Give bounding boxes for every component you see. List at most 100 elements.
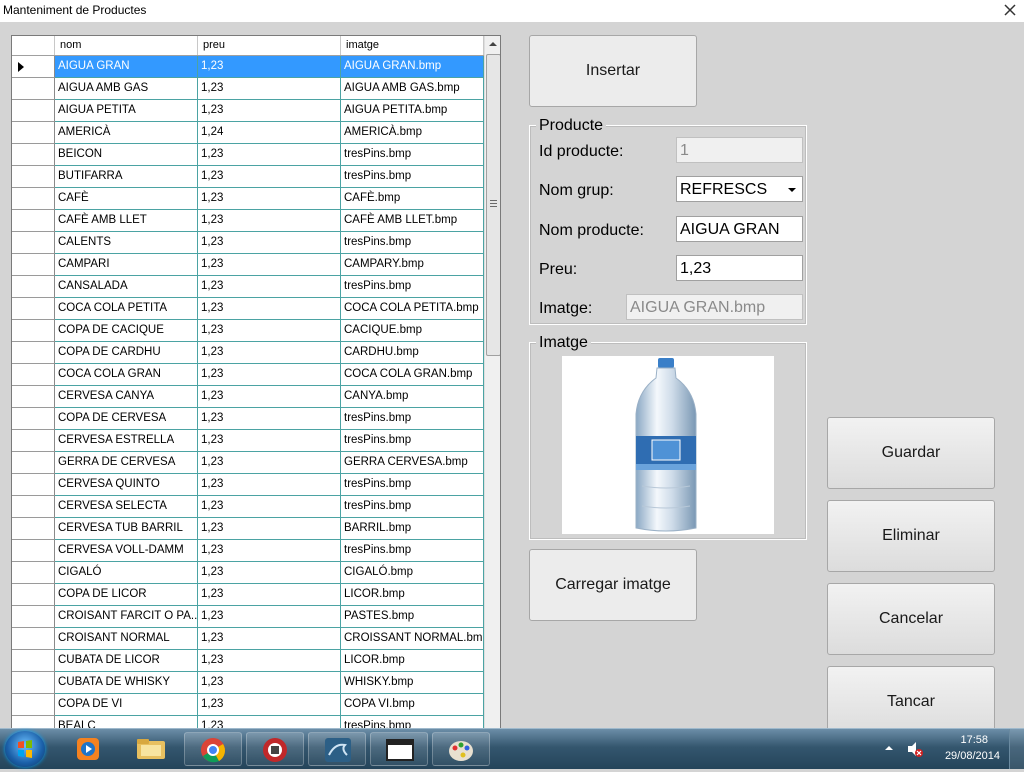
vertical-scrollbar[interactable] <box>484 36 501 736</box>
row-header[interactable] <box>12 254 55 276</box>
cell-imatge[interactable]: AIGUA AMB GAS.bmp <box>341 78 484 100</box>
cell-nom[interactable]: CIGALÓ <box>55 562 198 584</box>
scroll-up-arrow-icon[interactable] <box>485 36 501 53</box>
cell-nom[interactable]: CERVESA VOLL-DAMM <box>55 540 198 562</box>
row-header[interactable] <box>12 540 55 562</box>
row-header[interactable] <box>12 342 55 364</box>
column-header-imatge[interactable]: imatge <box>341 36 484 55</box>
cell-nom[interactable]: BUTIFARRA <box>55 166 198 188</box>
preu-input[interactable]: 1,23 <box>676 255 803 281</box>
table-row[interactable]: CAFÈ AMB LLET 1,23 CAFÈ AMB LLET.bmp <box>12 210 484 232</box>
cell-imatge[interactable]: COCA COLA PETITA.bmp <box>341 298 484 320</box>
cell-nom[interactable]: AIGUA AMB GAS <box>55 78 198 100</box>
table-row[interactable]: CERVESA SELECTA 1,23 tresPins.bmp <box>12 496 484 518</box>
cell-preu[interactable]: 1,23 <box>198 100 341 122</box>
row-header[interactable] <box>12 100 55 122</box>
table-row[interactable]: CALENTS 1,23 tresPins.bmp <box>12 232 484 254</box>
row-header[interactable] <box>12 672 55 694</box>
cell-imatge[interactable]: CAMPARY.bmp <box>341 254 484 276</box>
cancelar-button[interactable]: Cancelar <box>827 583 995 655</box>
cell-preu[interactable]: 1,23 <box>198 606 341 628</box>
column-header-nom[interactable]: nom <box>55 36 198 55</box>
row-header[interactable] <box>12 364 55 386</box>
table-row[interactable]: GERRA DE CERVESA 1,23 GERRA CERVESA.bmp <box>12 452 484 474</box>
row-header[interactable] <box>12 474 55 496</box>
table-row[interactable]: CROISANT NORMAL 1,23 CROISSANT NORMAL.bmp <box>12 628 484 650</box>
cell-imatge[interactable]: PASTES.bmp <box>341 606 484 628</box>
cell-preu[interactable]: 1,23 <box>198 342 341 364</box>
row-header[interactable] <box>12 584 55 606</box>
table-row[interactable]: BUTIFARRA 1,23 tresPins.bmp <box>12 166 484 188</box>
table-row[interactable]: CERVESA ESTRELLA 1,23 tresPins.bmp <box>12 430 484 452</box>
cell-preu[interactable]: 1,23 <box>198 188 341 210</box>
cell-imatge[interactable]: COCA COLA GRAN.bmp <box>341 364 484 386</box>
taskbar-window-app[interactable] <box>370 732 428 766</box>
column-header-preu[interactable]: preu <box>198 36 341 55</box>
cell-imatge[interactable]: tresPins.bmp <box>341 430 484 452</box>
cell-nom[interactable]: CALENTS <box>55 232 198 254</box>
cell-preu[interactable]: 1,23 <box>198 144 341 166</box>
row-header[interactable] <box>12 56 55 78</box>
cell-preu[interactable]: 1,23 <box>198 232 341 254</box>
row-header[interactable] <box>12 694 55 716</box>
cell-imatge[interactable]: LICOR.bmp <box>341 584 484 606</box>
table-row[interactable]: BEICON 1,23 tresPins.bmp <box>12 144 484 166</box>
cell-preu[interactable]: 1,23 <box>198 298 341 320</box>
cell-imatge[interactable]: CAFÈ AMB LLET.bmp <box>341 210 484 232</box>
row-header[interactable] <box>12 650 55 672</box>
cell-imatge[interactable]: GERRA CERVESA.bmp <box>341 452 484 474</box>
close-icon[interactable] <box>1002 2 1018 18</box>
row-header[interactable] <box>12 298 55 320</box>
cell-preu[interactable]: 1,23 <box>198 562 341 584</box>
taskbar-media-player[interactable] <box>60 732 118 766</box>
row-header[interactable] <box>12 452 55 474</box>
row-header[interactable] <box>12 232 55 254</box>
cell-nom[interactable]: CAFÈ <box>55 188 198 210</box>
cell-imatge[interactable]: CACIQUE.bmp <box>341 320 484 342</box>
cell-preu[interactable]: 1,23 <box>198 474 341 496</box>
cell-imatge[interactable]: tresPins.bmp <box>341 408 484 430</box>
table-row[interactable]: COPA DE CARDHU 1,23 CARDHU.bmp <box>12 342 484 364</box>
guardar-button[interactable]: Guardar <box>827 417 995 489</box>
carregar-imatge-button[interactable]: Carregar imatge <box>529 549 697 621</box>
row-header[interactable] <box>12 606 55 628</box>
cell-nom[interactable]: CERVESA TUB BARRIL <box>55 518 198 540</box>
cell-nom[interactable]: CERVESA QUINTO <box>55 474 198 496</box>
table-row[interactable]: AIGUA GRAN 1,23 AIGUA GRAN.bmp <box>12 56 484 78</box>
row-header[interactable] <box>12 496 55 518</box>
cell-nom[interactable]: AIGUA PETITA <box>55 100 198 122</box>
table-row[interactable]: AMERICÀ 1,24 AMERICÀ.bmp <box>12 122 484 144</box>
cell-preu[interactable]: 1,23 <box>198 166 341 188</box>
cell-preu[interactable]: 1,23 <box>198 694 341 716</box>
table-row[interactable]: CERVESA TUB BARRIL 1,23 BARRIL.bmp <box>12 518 484 540</box>
table-row[interactable]: CUBATA DE LICOR 1,23 LICOR.bmp <box>12 650 484 672</box>
table-row[interactable]: COPA DE LICOR 1,23 LICOR.bmp <box>12 584 484 606</box>
cell-imatge[interactable]: tresPins.bmp <box>341 496 484 518</box>
cell-nom[interactable]: COPA DE CERVESA <box>55 408 198 430</box>
cell-imatge[interactable]: CANYA.bmp <box>341 386 484 408</box>
table-row[interactable]: CERVESA CANYA 1,23 CANYA.bmp <box>12 386 484 408</box>
table-row[interactable]: COCA COLA PETITA 1,23 COCA COLA PETITA.bmp <box>12 298 484 320</box>
cell-nom[interactable]: GERRA DE CERVESA <box>55 452 198 474</box>
cell-nom[interactable]: COCA COLA PETITA <box>55 298 198 320</box>
cell-preu[interactable]: 1,23 <box>198 518 341 540</box>
table-row[interactable]: AIGUA PETITA 1,23 AIGUA PETITA.bmp <box>12 100 484 122</box>
row-header[interactable] <box>12 144 55 166</box>
cell-preu[interactable]: 1,23 <box>198 56 341 78</box>
cell-preu[interactable]: 1,23 <box>198 584 341 606</box>
cell-preu[interactable]: 1,23 <box>198 496 341 518</box>
table-row[interactable]: COCA COLA GRAN 1,23 COCA COLA GRAN.bmp <box>12 364 484 386</box>
row-header[interactable] <box>12 386 55 408</box>
show-hidden-icons-icon[interactable] <box>884 743 894 753</box>
table-row[interactable]: CERVESA QUINTO 1,23 tresPins.bmp <box>12 474 484 496</box>
cell-imatge[interactable]: WHISKY.bmp <box>341 672 484 694</box>
row-header[interactable] <box>12 188 55 210</box>
cell-imatge[interactable]: tresPins.bmp <box>341 166 484 188</box>
cell-nom[interactable]: CUBATA DE WHISKY <box>55 672 198 694</box>
taskbar-paint[interactable] <box>432 732 490 766</box>
taskbar-app[interactable] <box>246 732 304 766</box>
row-header[interactable] <box>12 276 55 298</box>
cell-nom[interactable]: COPA DE VI <box>55 694 198 716</box>
cell-nom[interactable]: CROISANT NORMAL <box>55 628 198 650</box>
cell-preu[interactable]: 1,23 <box>198 628 341 650</box>
